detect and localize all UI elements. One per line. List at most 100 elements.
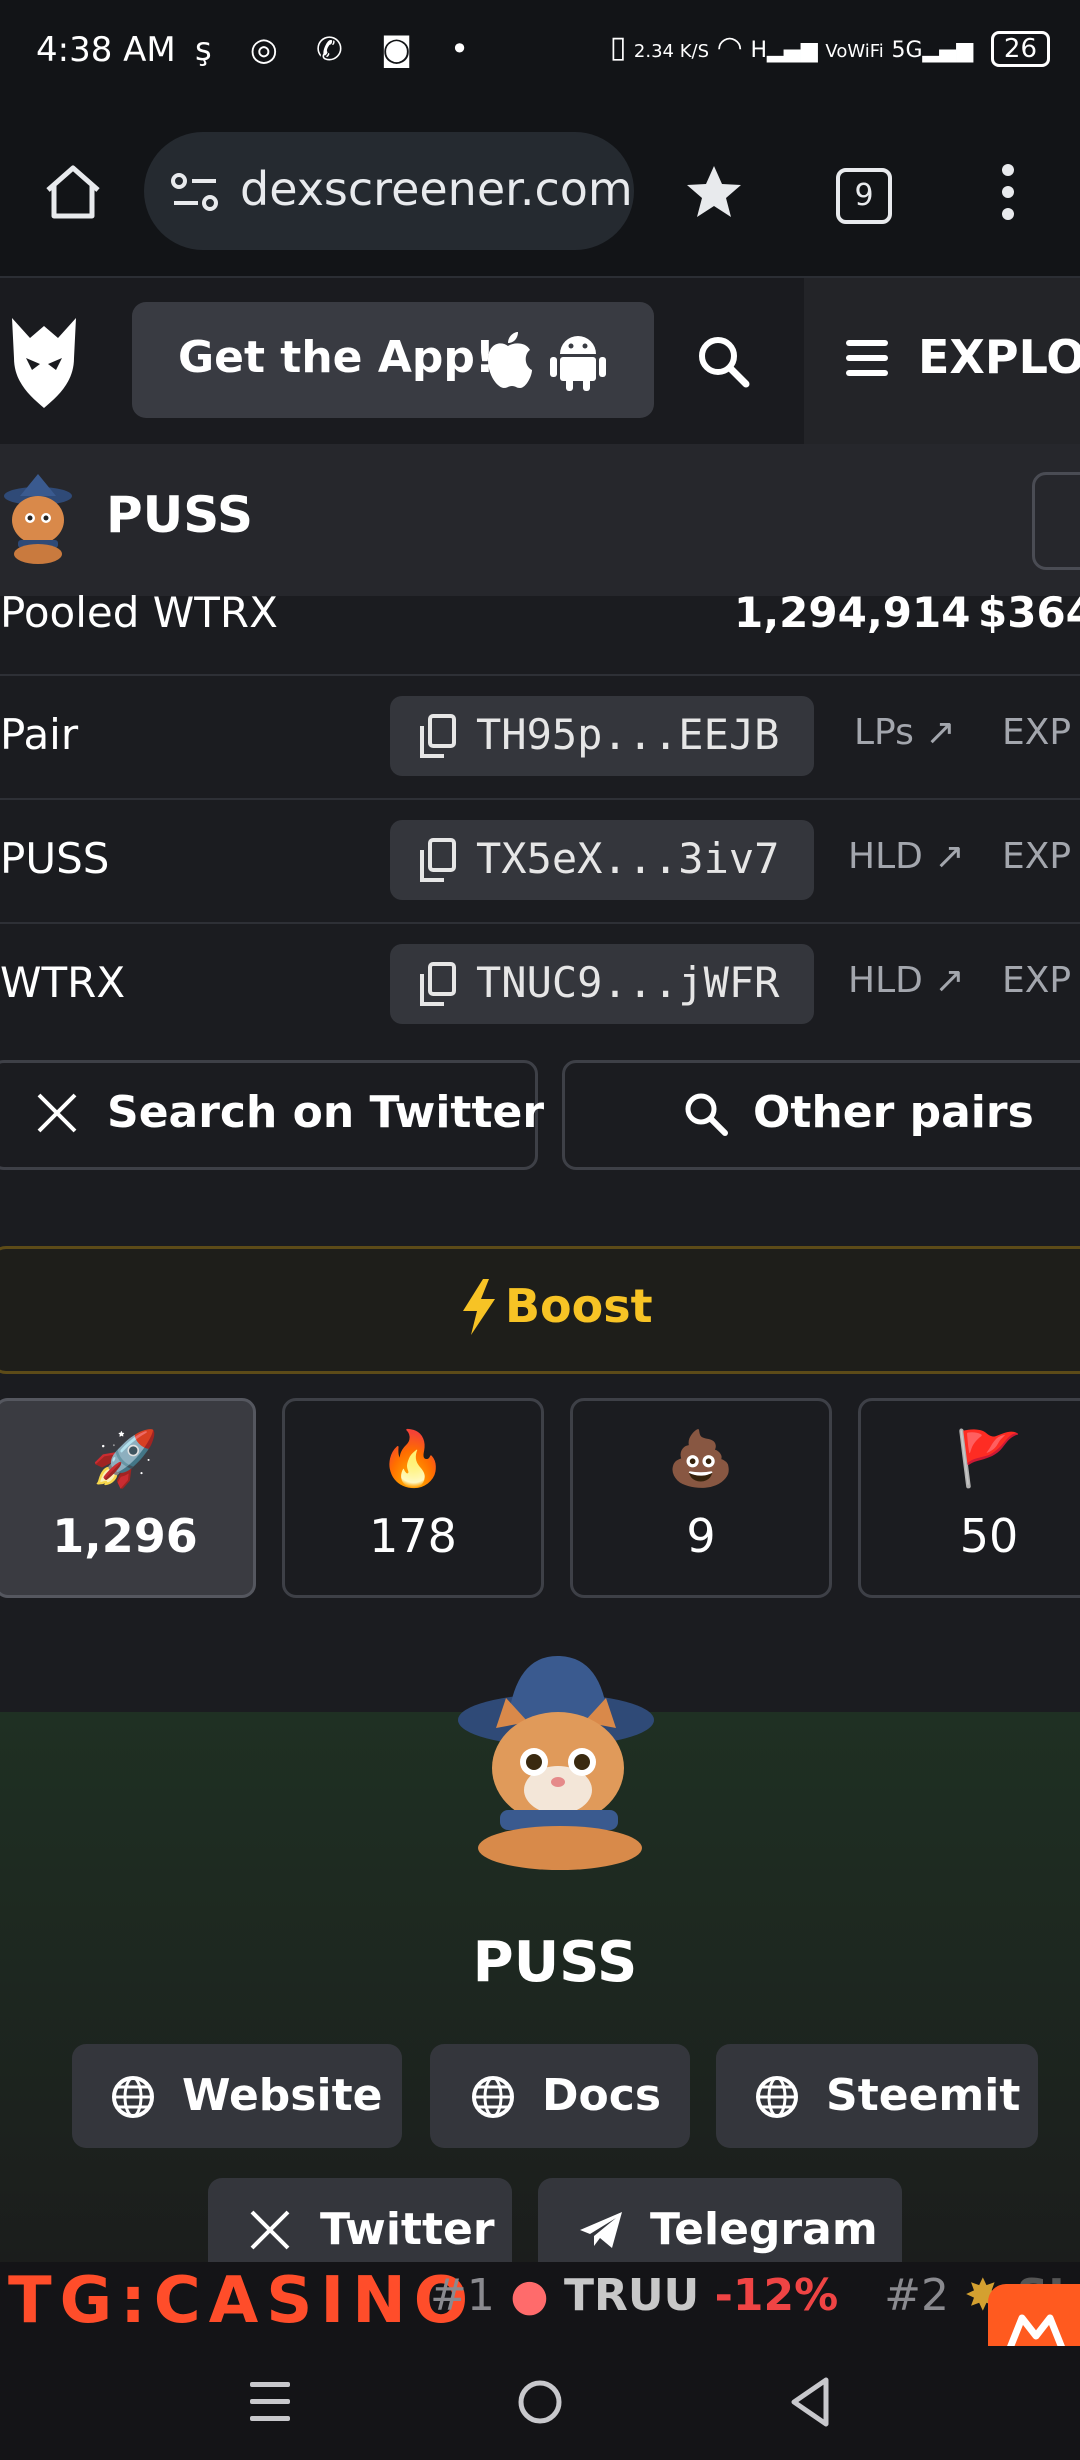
bookmark-star-icon[interactable] (684, 162, 744, 222)
boost-button[interactable]: Boost (0, 1246, 1080, 1374)
copy-icon (420, 962, 456, 1006)
get-app-label: Get the App! (178, 332, 495, 383)
holders-link[interactable]: HLD ↗ (848, 836, 964, 877)
wifi-icon: ◠ (716, 30, 743, 65)
explorer-link[interactable]: EXP (1002, 836, 1071, 877)
pooled-label: Pooled WTRX (0, 588, 278, 637)
poop-icon: 💩 (667, 1427, 735, 1490)
other-pairs-label: Other pairs (753, 1087, 1034, 1138)
website-link-button[interactable]: Website (72, 2044, 402, 2148)
android-icon (550, 336, 606, 391)
search-icon[interactable] (696, 334, 752, 390)
token-info-title: PUSS (472, 1930, 638, 1995)
search-twitter-button[interactable]: Search on Twitter (0, 1060, 544, 1170)
more-menu-icon[interactable] (996, 162, 1020, 222)
notification-icons: ş ◎ ✆ ◙ • (195, 30, 483, 68)
system-nav-bar (0, 2346, 1080, 2460)
steemit-link-button[interactable]: Steemit (716, 2044, 1038, 2148)
boost-label: Boost (505, 1279, 653, 1333)
token-name: PUSS (106, 486, 254, 544)
holders-link[interactable]: HLD ↗ (848, 960, 964, 1001)
external-link-icon: ↗ (934, 836, 965, 877)
website-label: Website (182, 2070, 383, 2121)
docs-label: Docs (542, 2070, 662, 2121)
address-bar[interactable]: dexscreener.com (144, 132, 634, 250)
other-pairs-button[interactable]: Other pairs (562, 1060, 1080, 1170)
copy-address-button[interactable]: TNUC9...jWFR (390, 944, 814, 1024)
reaction-card-poop[interactable]: 💩 9 (570, 1398, 832, 1598)
copy-address-button[interactable]: TX5eX...3iv7 (390, 820, 814, 900)
address-row-pair: Pair TH95p...EEJB LPs ↗ EXP (0, 676, 1080, 800)
signal-5g-icon: 5G▂▄▆ (891, 38, 974, 63)
globe-icon (756, 2076, 798, 2118)
token-logo-cat (458, 1655, 654, 1870)
reaction-count: 9 (686, 1509, 716, 1563)
ticker-trending[interactable]: #1 ● TRUU -12% #2 ✸ SI (430, 2270, 1065, 2321)
x-logo-icon (250, 2210, 290, 2250)
address-text: TNUC9...jWFR (476, 958, 780, 1007)
search-twitter-label: Search on Twitter (107, 1087, 545, 1138)
net-speed: 2.34 K/S (633, 41, 709, 62)
copy-icon (420, 714, 456, 758)
address-row-wtrx: WTRX TNUC9...jWFR HLD ↗ EXP (0, 924, 1080, 1046)
token-header: PUSS (0, 444, 1080, 596)
reaction-card-flag[interactable]: 🚩 50 (858, 1398, 1080, 1598)
address-row-label: WTRX (0, 958, 126, 1007)
copy-address-button[interactable]: TH95p...EEJB (390, 696, 814, 776)
trending-token-icon: ● (510, 2270, 549, 2321)
hamburger-icon (846, 340, 888, 376)
rocket-icon: 🚀 (91, 1427, 159, 1490)
address-row-puss: PUSS TX5eX...3iv7 HLD ↗ EXP (0, 800, 1080, 924)
lps-link[interactable]: LPs ↗ (854, 712, 956, 753)
search-icon (685, 1093, 728, 1136)
globe-icon (472, 2076, 514, 2118)
reaction-card-rocket[interactable]: 🚀 1,296 (0, 1398, 256, 1598)
x-logo-icon (37, 1093, 77, 1133)
token-avatar (4, 474, 72, 564)
telegram-label: Telegram (650, 2204, 878, 2255)
instagram-icon: ◎ (249, 30, 292, 68)
get-app-button[interactable]: Get the App! (132, 302, 654, 418)
address-text: TX5eX...3iv7 (476, 834, 780, 883)
vowifi-icon: VoWiFi (825, 41, 884, 62)
steemit-label: Steemit (826, 2070, 1021, 2121)
explorer-link[interactable]: EXP (1002, 712, 1071, 753)
signal-icon: H▂▄▆ (750, 38, 818, 63)
home-nav-icon[interactable] (516, 2378, 564, 2426)
tab-switcher-button[interactable]: 9 (836, 168, 892, 224)
recent-apps-icon[interactable] (248, 2378, 292, 2426)
dexscreener-logo[interactable] (2, 312, 86, 412)
browser-toolbar: dexscreener.com 9 (0, 110, 1080, 278)
more-dot-icon: • (450, 30, 484, 68)
reaction-count: 1,296 (52, 1509, 198, 1563)
telegram-icon (580, 2212, 622, 2248)
site-settings-icon[interactable] (170, 170, 220, 214)
ticker-brand[interactable]: TG:CASINO (8, 2264, 476, 2338)
reaction-card-fire[interactable]: 🔥 178 (282, 1398, 544, 1598)
explorer-link[interactable]: EXP (1002, 960, 1071, 1001)
address-text: TH95p...EEJB (476, 710, 780, 759)
home-icon[interactable] (42, 162, 104, 222)
vibrate-icon: ▯ (609, 30, 627, 65)
address-row-label: Pair (0, 710, 79, 759)
red-flag-icon: 🚩 (955, 1427, 1023, 1490)
external-link-icon: ↗ (925, 712, 956, 753)
address-row-label: PUSS (0, 834, 110, 883)
ad-ticker[interactable]: TG:CASINO #1 ● TRUU -12% #2 ✸ SI (0, 2262, 1080, 2346)
pooled-row: Pooled WTRX 1,294,914 $364 (0, 588, 1080, 676)
notification-app-icon: ş (195, 30, 226, 68)
explore-label: EXPLOR (918, 330, 1080, 384)
globe-icon (112, 2076, 154, 2118)
pooled-amount: 1,294,914 (734, 588, 971, 637)
whatsapp-icon: ✆ (315, 30, 357, 68)
docs-link-button[interactable]: Docs (430, 2044, 690, 2148)
copy-icon (420, 838, 456, 882)
explore-menu-button[interactable]: EXPLOR (804, 278, 1080, 444)
url-text[interactable]: dexscreener.com (240, 162, 633, 216)
site-header: Get the App! EXPLOR (0, 278, 1080, 444)
status-right: ▯ 2.34 K/S ◠ H▂▄▆ VoWiFi 5G▂▄▆ 26 (610, 30, 1050, 67)
back-icon[interactable] (788, 2376, 832, 2428)
pooled-usd: $364 (978, 588, 1080, 637)
token-menu-button[interactable] (1032, 472, 1080, 570)
twitter-label: Twitter (320, 2204, 495, 2255)
